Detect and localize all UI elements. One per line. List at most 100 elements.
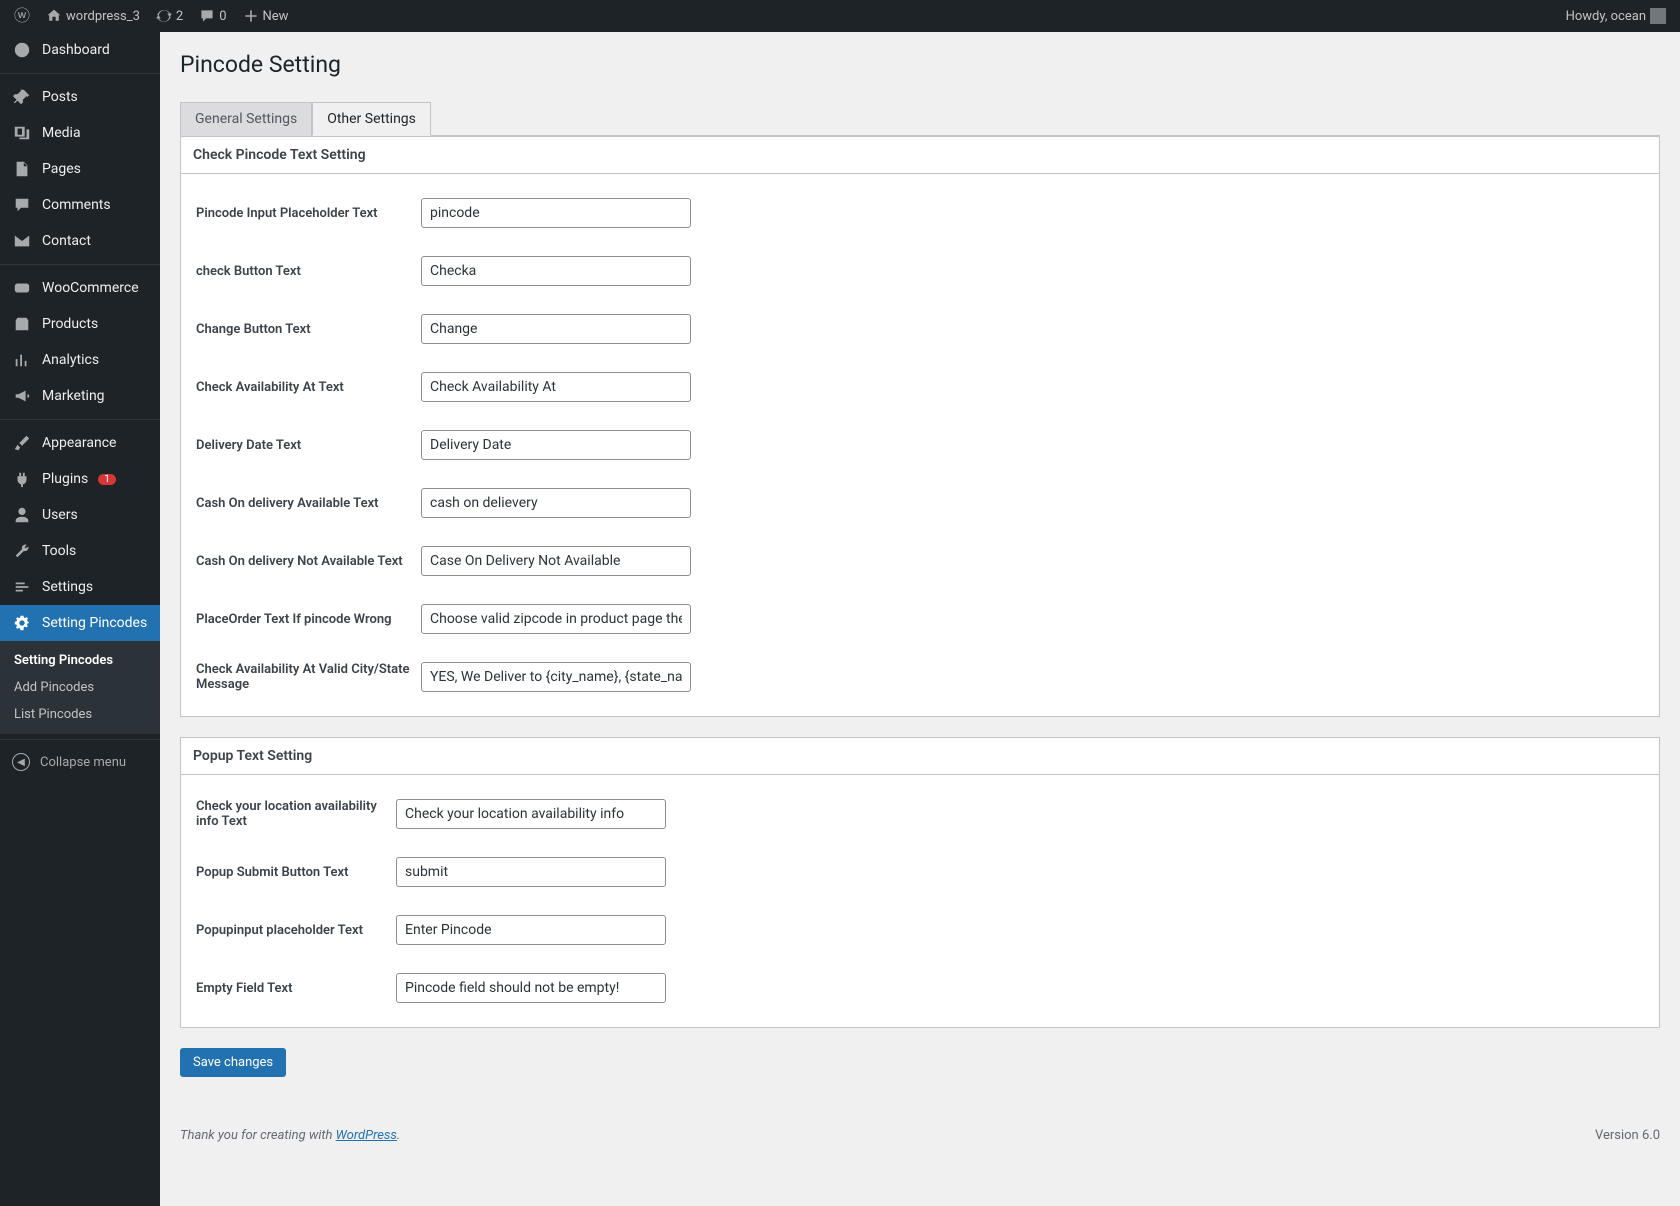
menu-label: Appearance — [42, 435, 116, 451]
submenu-add-pincodes[interactable]: Add Pincodes — [0, 674, 160, 701]
version-label: Version 6.0 — [1595, 1128, 1660, 1143]
menu-plugins[interactable]: Plugins 1 — [0, 461, 160, 497]
settings-tabs: General Settings Other Settings — [180, 102, 1660, 136]
panel-check-pincode-text: Check Pincode Text Setting Pincode Input… — [180, 136, 1660, 717]
main-content: Pincode Setting General Settings Other S… — [160, 32, 1680, 1206]
menu-pages[interactable]: Pages — [0, 151, 160, 187]
menu-label: Setting Pincodes — [42, 615, 147, 631]
comments-count: 0 — [219, 9, 226, 24]
dashboard-icon — [12, 40, 32, 60]
menu-label: Products — [42, 316, 98, 332]
comments-link[interactable]: 0 — [195, 8, 230, 24]
tab-other[interactable]: Other Settings — [312, 102, 431, 136]
menu-label: Users — [42, 507, 78, 523]
comment-icon — [199, 8, 215, 24]
pincode-placeholder-input[interactable] — [421, 198, 691, 228]
field-label: check Button Text — [196, 264, 421, 279]
field-label: Check Availability At Valid City/State M… — [196, 662, 421, 692]
pin-icon — [12, 87, 32, 107]
menu-analytics[interactable]: Analytics — [0, 342, 160, 378]
admin-sidebar: Dashboard Posts Media Pages Comments Con… — [0, 32, 160, 1206]
footer-thanks-pre: Thank you for creating with — [180, 1128, 336, 1143]
menu-label: Posts — [42, 89, 78, 105]
menu-users[interactable]: Users — [0, 497, 160, 533]
menu-contact[interactable]: Contact — [0, 223, 160, 259]
menu-comments[interactable]: Comments — [0, 187, 160, 223]
menu-label: Media — [42, 125, 81, 141]
change-button-text-input[interactable] — [421, 314, 691, 344]
site-title-label: wordpress_3 — [66, 9, 140, 24]
cod-not-available-text-input[interactable] — [421, 546, 691, 576]
sliders-icon — [12, 577, 32, 597]
wp-logo[interactable]: ⓦ — [10, 8, 34, 24]
chart-icon — [12, 350, 32, 370]
field-label: Empty Field Text — [196, 981, 396, 996]
menu-tools[interactable]: Tools — [0, 533, 160, 569]
submenu-list-pincodes[interactable]: List Pincodes — [0, 701, 160, 728]
menu-dashboard[interactable]: Dashboard — [0, 32, 160, 68]
menu-label: Pages — [42, 161, 81, 177]
menu-media[interactable]: Media — [0, 115, 160, 151]
page-icon — [12, 159, 32, 179]
updates-link[interactable]: 2 — [152, 8, 187, 24]
field-label: Popupinput placeholder Text — [196, 923, 396, 938]
submenu-setting-pincodes[interactable]: Setting Pincodes — [0, 647, 160, 674]
user-icon — [12, 505, 32, 525]
tab-general[interactable]: General Settings — [180, 102, 312, 136]
menu-products[interactable]: Products — [0, 306, 160, 342]
panel-popup-text: Popup Text Setting Check your location a… — [180, 737, 1660, 1028]
footer-thanks-post: . — [397, 1128, 400, 1143]
menu-woocommerce[interactable]: WooCommerce — [0, 270, 160, 306]
field-label: Pincode Input Placeholder Text — [196, 206, 421, 221]
check-button-text-input[interactable] — [421, 256, 691, 286]
wrench-icon — [12, 541, 32, 561]
field-label: Check your location availability info Te… — [196, 799, 396, 829]
new-link[interactable]: New — [239, 8, 293, 24]
menu-posts[interactable]: Posts — [0, 79, 160, 115]
menu-label: Tools — [42, 543, 76, 559]
collapse-label: Collapse menu — [40, 755, 126, 770]
field-label: Cash On delivery Available Text — [196, 496, 421, 511]
menu-label: Dashboard — [42, 42, 110, 58]
menu-label: Analytics — [42, 352, 99, 368]
page-title: Pincode Setting — [180, 42, 1660, 82]
my-account-link[interactable]: Howdy, ocean — [1562, 8, 1670, 24]
menu-label: Plugins — [42, 471, 88, 487]
panel-title: Check Pincode Text Setting — [181, 137, 1659, 174]
admin-footer: Thank you for creating with WordPress. V… — [180, 1107, 1660, 1143]
field-label: PlaceOrder Text If pincode Wrong — [196, 612, 421, 627]
field-label: Check Availability At Text — [196, 380, 421, 395]
field-label: Cash On delivery Not Available Text — [196, 554, 421, 569]
popup-submit-text-input[interactable] — [396, 857, 666, 887]
menu-label: Marketing — [42, 388, 105, 404]
menu-label: Settings — [42, 579, 93, 595]
wordpress-link[interactable]: WordPress — [336, 1128, 397, 1143]
home-icon — [46, 8, 62, 24]
menu-setting-pincodes[interactable]: Setting Pincodes — [0, 605, 160, 641]
products-icon — [12, 314, 32, 334]
menu-label: Contact — [42, 233, 91, 249]
collapse-menu[interactable]: ◀Collapse menu — [0, 745, 160, 779]
popup-input-placeholder-input[interactable] — [396, 915, 666, 945]
menu-label: Comments — [42, 197, 111, 213]
megaphone-icon — [12, 386, 32, 406]
plugin-update-badge: 1 — [98, 474, 116, 485]
field-label: Popup Submit Button Text — [196, 865, 396, 880]
plugin-icon — [12, 469, 32, 489]
gear-icon — [12, 613, 32, 633]
howdy-label: Howdy, ocean — [1566, 9, 1646, 24]
placeorder-wrong-text-input[interactable] — [421, 604, 691, 634]
empty-field-text-input[interactable] — [396, 973, 666, 1003]
plus-icon — [243, 8, 259, 24]
site-name-link[interactable]: wordpress_3 — [42, 8, 144, 24]
valid-city-message-input[interactable] — [421, 662, 691, 692]
delivery-date-text-input[interactable] — [421, 430, 691, 460]
menu-appearance[interactable]: Appearance — [0, 425, 160, 461]
cod-available-text-input[interactable] — [421, 488, 691, 518]
submenu-setting-pincodes: Setting Pincodes Add Pincodes List Pinco… — [0, 641, 160, 734]
menu-settings[interactable]: Settings — [0, 569, 160, 605]
menu-marketing[interactable]: Marketing — [0, 378, 160, 414]
check-availability-text-input[interactable] — [421, 372, 691, 402]
save-button[interactable]: Save changes — [180, 1048, 286, 1077]
location-availability-info-input[interactable] — [396, 799, 666, 829]
